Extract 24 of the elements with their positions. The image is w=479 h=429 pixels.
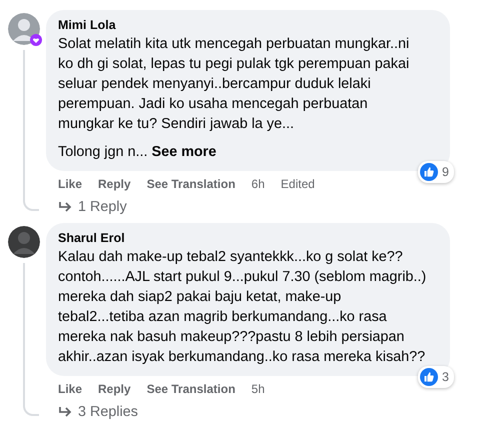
timestamp[interactable]: 6h bbox=[251, 177, 265, 191]
reply-arrow-icon bbox=[58, 201, 72, 213]
action-link[interactable]: See Translation bbox=[146, 177, 236, 191]
edited-label: Edited bbox=[280, 177, 315, 191]
author-name[interactable]: Mimi Lola bbox=[58, 18, 438, 32]
reaction-badge[interactable]: 9 bbox=[418, 161, 454, 183]
truncated-text: Tolong jgn n... See more bbox=[58, 143, 218, 162]
comment-text: Kalau dah make-up tebal2 syantekkk...ko g solat ke?? contoh......AJL start pukul 9...pukul 7.30 (seblom magrib..) mereka dah siap2 pakai baju ketat, make-up tebal2...tetiba azan magrib berkumandang...ko rasa mereka nak basuh makeup???pastu 8 lebih persiapan akhir..azan isyak berkumandang..ko rasa mereka kisah?? bbox=[58, 248, 428, 367]
see-more-link[interactable]: See more bbox=[152, 144, 216, 160]
like-icon bbox=[420, 368, 438, 386]
like-icon bbox=[420, 163, 438, 181]
action-link[interactable]: Like bbox=[58, 177, 82, 191]
action-link[interactable]: Reply bbox=[98, 177, 131, 191]
avatar[interactable] bbox=[8, 226, 40, 258]
view-replies-link[interactable]: 1 Reply bbox=[46, 192, 479, 223]
action-link[interactable]: Reply bbox=[98, 382, 131, 396]
comment-text: Solat melatih kita utk mencegah perbuatan mungkar..ni ko dh gi solat, lepas tu pegi pulak tgk perempuan pakai seluar pendek menyanyi..bercampur duduk lelaki perempuan. Jadi ko usaha mencegah perbuatan mungkar ke tu? Sendiri jawab la ye... bbox=[58, 35, 410, 134]
view-replies-link[interactable]: 3 Replies bbox=[46, 397, 479, 428]
action-link[interactable]: See Translation bbox=[146, 382, 236, 396]
reply-arrow-icon bbox=[58, 406, 72, 418]
timestamp[interactable]: 5h bbox=[251, 382, 265, 396]
author-name[interactable]: Sharul Erol bbox=[58, 231, 438, 245]
action-link[interactable]: Like bbox=[58, 382, 82, 396]
reaction-badge[interactable]: 3 bbox=[418, 366, 454, 388]
